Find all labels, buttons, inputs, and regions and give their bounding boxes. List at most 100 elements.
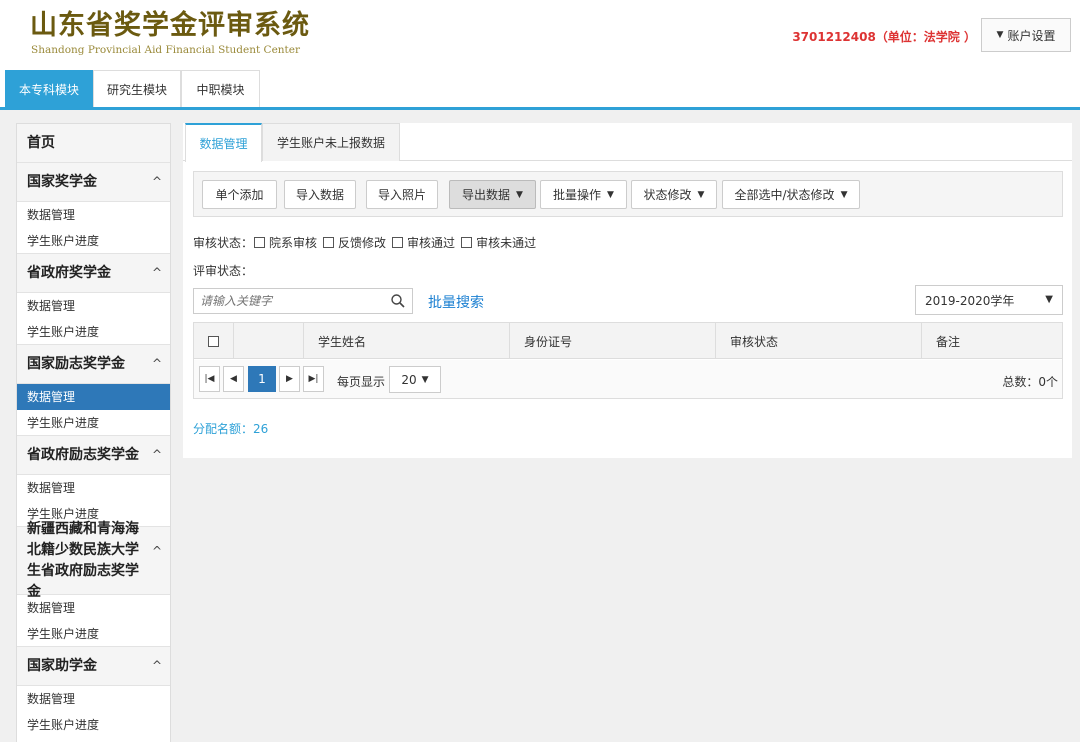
- caret-down-icon: ▼: [996, 30, 1004, 40]
- tab-unreported-student-accounts[interactable]: 学生账户未上报数据: [262, 123, 400, 161]
- status-modify-dropdown[interactable]: 状态修改 ▼: [631, 180, 717, 209]
- header-select-all: [194, 323, 234, 359]
- chevron-up-icon: ^: [151, 174, 162, 189]
- audit-status-label: 审核状态：: [193, 236, 254, 250]
- student-table: 学生姓名 身份证号 审核状态 备注 |◀ ◀ 1 ▶ ▶| 每页显示 20 ▼ …: [193, 322, 1063, 399]
- page-number-current[interactable]: 1: [248, 366, 276, 392]
- sidebar-section-provincial-encouragement[interactable]: 省政府励志奖学金 ^: [17, 436, 170, 475]
- section-title: 省政府励志奖学金: [27, 446, 139, 463]
- sidebar-section-provincial-scholarship[interactable]: 省政府奖学金 ^: [17, 254, 170, 293]
- total-count: 总数：0个: [1002, 375, 1058, 389]
- section-title: 国家助学金: [27, 657, 97, 674]
- per-page-value: 20: [401, 372, 417, 387]
- account-settings-button[interactable]: ▼ 账户设置: [981, 18, 1071, 52]
- system-title: 山东省奖学金评审系统: [30, 10, 310, 41]
- tab-data-management[interactable]: 数据管理: [185, 123, 262, 162]
- per-page-select[interactable]: 20 ▼: [389, 366, 441, 393]
- academic-year-value: 2019-2020学年: [925, 293, 1015, 308]
- sidebar-section-national-scholarship[interactable]: 国家奖学金 ^: [17, 163, 170, 202]
- sidebar-item-data-management[interactable]: 数据管理: [17, 293, 170, 319]
- tab-vocational-module[interactable]: 中职模块: [181, 70, 260, 107]
- caret-down-icon: ▼: [1045, 294, 1053, 305]
- option-label: 院系审核: [269, 236, 318, 250]
- review-status-filter: 评审状态：: [193, 262, 253, 279]
- sidebar-item-account-progress[interactable]: 学生账户进度: [17, 712, 170, 738]
- module-tab-bar: 本专科模块 研究生模块 中职模块: [0, 70, 1080, 110]
- chevron-up-icon: ^: [151, 356, 162, 371]
- option-label: 审核未通过: [476, 236, 537, 250]
- option-label: 反馈修改: [338, 236, 387, 250]
- checkbox-dept-review[interactable]: [254, 237, 266, 248]
- prev-page-button[interactable]: ◀: [223, 366, 244, 392]
- import-photo-button[interactable]: 导入照片: [366, 180, 438, 209]
- import-photo-label: 导入照片: [377, 188, 426, 202]
- add-single-label: 单个添加: [215, 188, 264, 202]
- per-page-label: 每页显示: [337, 375, 386, 389]
- sidebar-home[interactable]: 首页: [17, 124, 170, 163]
- system-subtitle: Shandong Provincial Aid Financial Studen…: [31, 44, 301, 56]
- sidebar-section-national-grant[interactable]: 国家助学金 ^: [17, 647, 170, 686]
- checkbox-audit-passed[interactable]: [392, 237, 404, 248]
- sidebar-item-data-management[interactable]: 数据管理: [17, 475, 170, 501]
- select-all-status-modify-dropdown[interactable]: 全部选中/状态修改 ▼: [722, 180, 860, 209]
- sidebar-item-data-management[interactable]: 数据管理: [17, 686, 170, 712]
- first-page-button[interactable]: |◀: [199, 366, 220, 392]
- status-modify-label: 状态修改: [643, 188, 692, 202]
- user-info: 3701212408（单位：法学院 ）: [792, 30, 976, 44]
- section-title: 新疆西藏和青海海北籍少数民族大学生省政府励志奖学金: [27, 520, 139, 600]
- caret-down-icon: ▼: [516, 189, 523, 200]
- pagination-bar: |◀ ◀ 1 ▶ ▶| 每页显示 20 ▼ 总数：0个: [194, 360, 1062, 398]
- select-all-checkbox[interactable]: [208, 335, 219, 347]
- column-student-name[interactable]: 学生姓名: [304, 323, 510, 359]
- batch-operations-label: 批量操作: [553, 188, 602, 202]
- account-settings-label: 账户设置: [1007, 28, 1056, 43]
- sidebar-item-account-progress[interactable]: 学生账户进度: [17, 621, 170, 647]
- section-title: 国家奖学金: [27, 173, 97, 190]
- checkbox-audit-failed[interactable]: [461, 237, 473, 248]
- column-remarks[interactable]: 备注: [922, 323, 1062, 359]
- caret-down-icon: ▼: [697, 189, 705, 200]
- select-all-status-modify-label: 全部选中/状态修改: [734, 188, 835, 202]
- column-audit-status[interactable]: 审核状态: [716, 323, 922, 359]
- caret-down-icon: ▼: [421, 374, 429, 385]
- column-id-number[interactable]: 身份证号: [510, 323, 716, 359]
- audit-status-filter: 审核状态： 院系审核 反馈修改 审核通过 审核未通过: [193, 234, 536, 251]
- chevron-up-icon: ^: [151, 658, 162, 673]
- sidebar-home-label: 首页: [27, 134, 55, 151]
- tab-undergraduate-module[interactable]: 本专科模块: [5, 70, 93, 107]
- search-icon[interactable]: [390, 293, 406, 309]
- checkbox-feedback-modify[interactable]: [323, 237, 335, 248]
- import-data-button[interactable]: 导入数据: [284, 180, 356, 209]
- sidebar-section-minority-scholarship[interactable]: 新疆西藏和青海海北籍少数民族大学生省政府励志奖学金 ^: [17, 521, 170, 600]
- chevron-up-icon: ^: [151, 447, 162, 462]
- header-blank-col: [234, 323, 304, 359]
- section-title: 省政府奖学金: [27, 264, 111, 281]
- caret-down-icon: ▼: [840, 189, 848, 200]
- table-header: 学生姓名 身份证号 审核状态 备注: [194, 323, 1062, 359]
- next-page-button[interactable]: ▶: [279, 366, 300, 392]
- export-data-button[interactable]: 导出数据 ▼: [449, 180, 536, 209]
- sidebar-item-account-progress[interactable]: 学生账户进度: [17, 228, 170, 254]
- chevron-up-icon: ^: [151, 544, 162, 558]
- import-data-label: 导入数据: [295, 188, 344, 202]
- main-panel: 数据管理 学生账户未上报数据 单个添加 导入数据 导入照片 导出数据 ▼ 批量操作…: [183, 123, 1072, 458]
- search-box: [193, 288, 413, 314]
- review-status-label: 评审状态：: [193, 264, 254, 278]
- batch-search-link[interactable]: 批量搜索: [428, 292, 484, 312]
- allocated-quota: 分配名额：26: [193, 422, 269, 436]
- option-label: 审核通过: [407, 236, 456, 250]
- sidebar-section-national-encouragement[interactable]: 国家励志奖学金 ^: [17, 345, 170, 384]
- sidebar-item-account-progress[interactable]: 学生账户进度: [17, 319, 170, 345]
- sidebar-item-data-management[interactable]: 数据管理: [17, 202, 170, 228]
- export-data-label: 导出数据: [462, 188, 511, 202]
- last-page-button[interactable]: ▶|: [303, 366, 324, 392]
- batch-operations-dropdown[interactable]: 批量操作 ▼: [540, 180, 627, 209]
- page-header: 山东省奖学金评审系统 Shandong Provincial Aid Finan…: [0, 0, 1080, 70]
- search-input[interactable]: [194, 289, 384, 313]
- sidebar-item-account-progress[interactable]: 学生账户进度: [17, 410, 170, 436]
- tab-graduate-module[interactable]: 研究生模块: [93, 70, 181, 107]
- sub-tab-bar: 数据管理 学生账户未上报数据: [183, 123, 1072, 162]
- academic-year-select[interactable]: 2019-2020学年 ▼: [915, 285, 1063, 315]
- sidebar-item-data-management-active[interactable]: 数据管理: [17, 384, 170, 410]
- add-single-button[interactable]: 单个添加: [202, 180, 277, 209]
